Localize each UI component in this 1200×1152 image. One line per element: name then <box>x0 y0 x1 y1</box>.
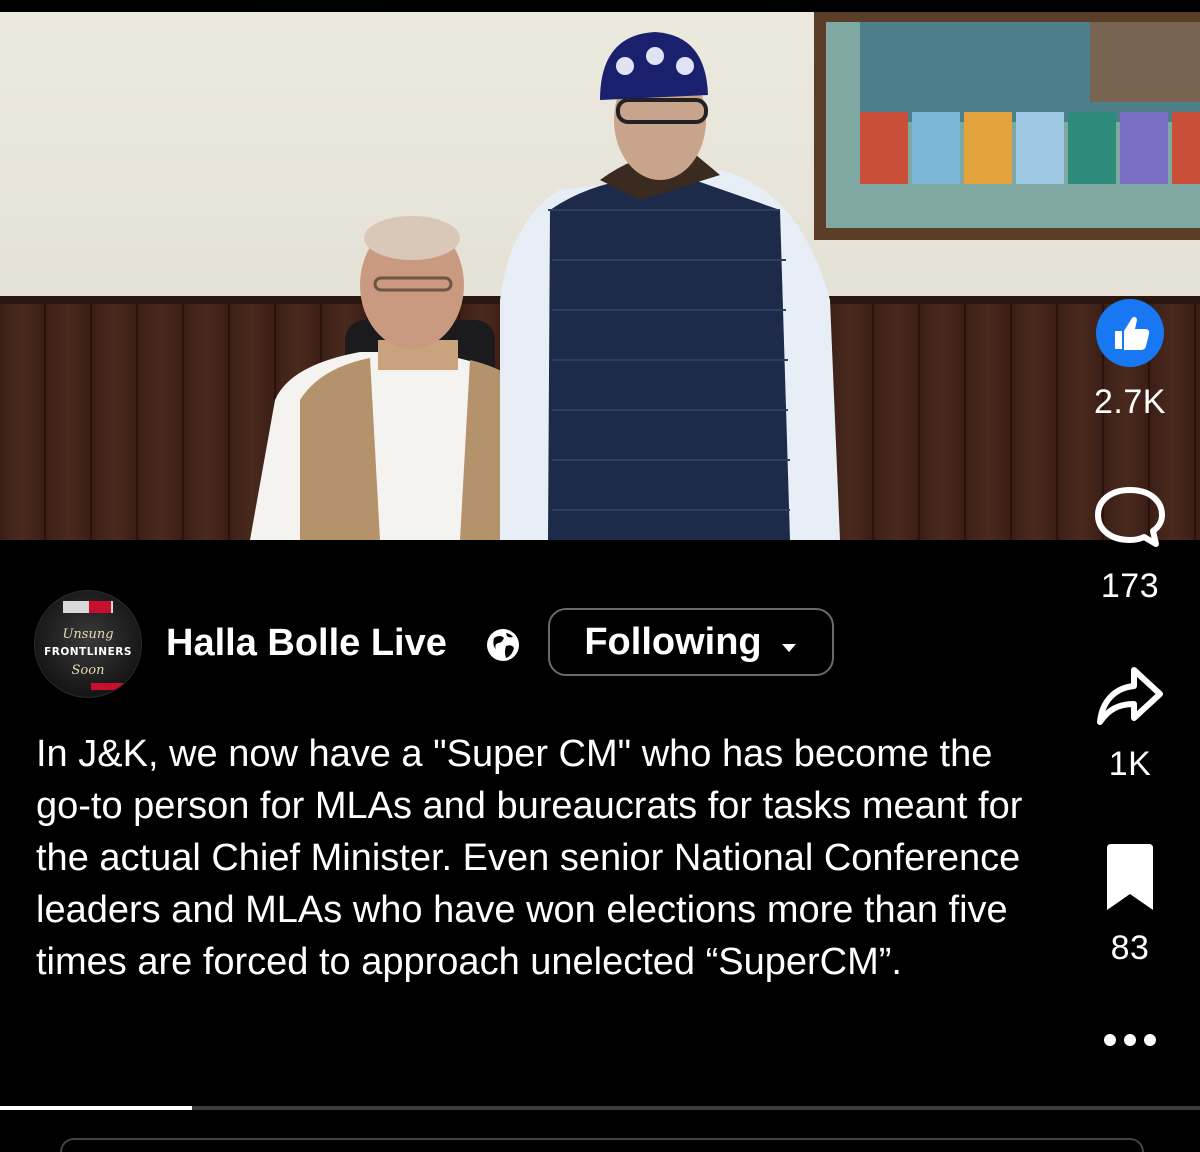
more-icon <box>1100 1032 1160 1053</box>
photo-illustration <box>0 0 1200 540</box>
share-button[interactable]: 1K <box>1070 660 1190 784</box>
avatar-banner-accent <box>89 601 111 613</box>
like-button[interactable]: 2.7K <box>1070 298 1190 422</box>
share-icon <box>1090 660 1170 735</box>
author-avatar[interactable]: Unsung FRONTLINERS Soon <box>34 590 142 698</box>
author-name[interactable]: Halla Bolle Live <box>166 622 447 665</box>
save-button[interactable]: 83 <box>1070 842 1190 968</box>
avatar-bottom-accent <box>91 683 125 690</box>
post-caption[interactable]: In J&K, we now have a "Super CM" who has… <box>36 728 1036 988</box>
comment-button[interactable]: 173 <box>1070 482 1190 606</box>
chevron-down-icon <box>780 621 798 664</box>
share-count: 1K <box>1108 745 1152 783</box>
top-strip <box>0 0 1200 12</box>
avatar-script-text: Unsung <box>62 627 114 642</box>
like-icon <box>1095 298 1165 373</box>
video-progress-fill <box>0 1106 192 1110</box>
like-count: 2.7K <box>1094 383 1166 421</box>
avatar-script-text-2: Soon <box>71 663 105 678</box>
bottom-sheet-edge <box>60 1138 1144 1152</box>
avatar-main-text: FRONTLINERS <box>44 646 132 658</box>
globe-icon <box>484 626 522 669</box>
more-options-button[interactable] <box>1092 1022 1168 1062</box>
comment-count: 173 <box>1100 567 1160 605</box>
save-count: 83 <box>1110 929 1150 967</box>
following-label: Following <box>584 620 762 663</box>
video-progress-bar[interactable] <box>0 1106 1200 1110</box>
save-icon <box>1095 842 1165 919</box>
comment-icon <box>1090 482 1170 557</box>
post-photo[interactable] <box>0 0 1200 540</box>
following-button[interactable]: Following <box>548 608 834 676</box>
